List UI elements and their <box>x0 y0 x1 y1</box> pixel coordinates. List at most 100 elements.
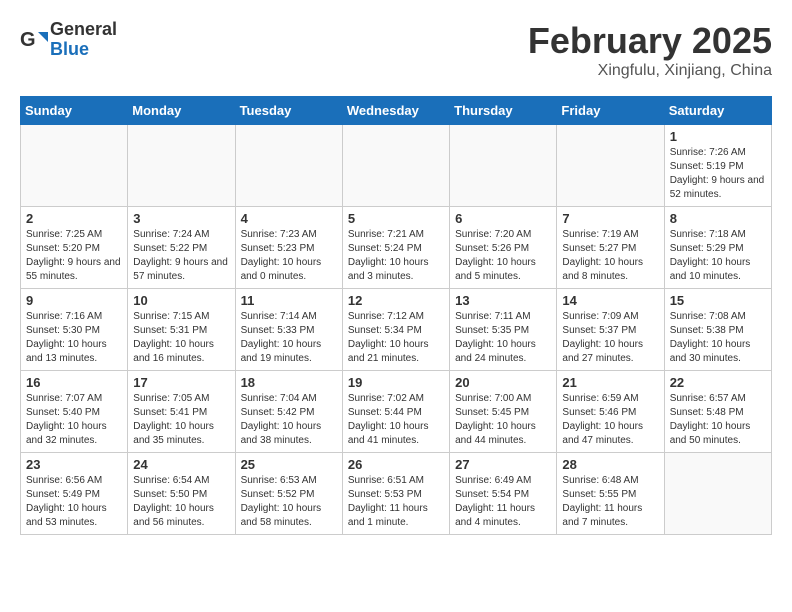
calendar-week-row: 1Sunrise: 7:26 AM Sunset: 5:19 PM Daylig… <box>21 125 772 207</box>
day-number: 19 <box>348 375 444 390</box>
day-info: Sunrise: 7:21 AM Sunset: 5:24 PM Dayligh… <box>348 228 444 284</box>
calendar-day-cell: 25 Sunrise: 6:53 AM Sunset: 5:52 PM Dayli… <box>235 453 342 535</box>
calendar-day-cell <box>235 125 342 207</box>
day-number: 14 <box>562 293 658 308</box>
day-number: 24 <box>133 457 229 472</box>
day-info: Sunrise: 7:02 AM Sunset: 5:44 PM Dayligh… <box>348 392 444 448</box>
calendar-day-cell <box>557 125 664 207</box>
calendar-day-cell: 6 Sunrise: 7:20 AM Sunset: 5:26 PM Daylig… <box>450 207 557 289</box>
calendar-day-cell: 21 Sunrise: 6:59 AM Sunset: 5:46 PM Dayli… <box>557 371 664 453</box>
day-number: 16 <box>26 375 122 390</box>
calendar-day-cell: 23Sunrise: 6:56 AM Sunset: 5:49 PM Dayli… <box>21 453 128 535</box>
day-number: 2 <box>26 211 122 226</box>
day-info: Sunrise: 7:18 AM Sunset: 5:29 PM Dayligh… <box>670 228 766 284</box>
day-info: Sunrise: 6:54 AM Sunset: 5:50 PM Dayligh… <box>133 474 229 530</box>
day-info: Sunrise: 7:12 AM Sunset: 5:34 PM Dayligh… <box>348 310 444 366</box>
day-number: 7 <box>562 211 658 226</box>
day-number: 12 <box>348 293 444 308</box>
calendar-day-cell: 24 Sunrise: 6:54 AM Sunset: 5:50 PM Dayli… <box>128 453 235 535</box>
calendar-day-cell: 28 Sunrise: 6:48 AM Sunset: 5:55 PM Dayli… <box>557 453 664 535</box>
day-number: 11 <box>241 293 337 308</box>
day-number: 22 <box>670 375 766 390</box>
day-number: 8 <box>670 211 766 226</box>
day-info: Sunrise: 7:11 AM Sunset: 5:35 PM Dayligh… <box>455 310 551 366</box>
calendar-table: SundayMondayTuesdayWednesdayThursdayFrid… <box>20 96 772 535</box>
calendar-day-cell: 13 Sunrise: 7:11 AM Sunset: 5:35 PM Dayli… <box>450 289 557 371</box>
day-info: Sunrise: 7:19 AM Sunset: 5:27 PM Dayligh… <box>562 228 658 284</box>
calendar-day-cell <box>342 125 449 207</box>
day-info: Sunrise: 7:24 AM Sunset: 5:22 PM Dayligh… <box>133 228 229 284</box>
day-of-week-header: Saturday <box>664 97 771 125</box>
day-of-week-header: Tuesday <box>235 97 342 125</box>
calendar-day-cell: 19 Sunrise: 7:02 AM Sunset: 5:44 PM Dayli… <box>342 371 449 453</box>
calendar-day-cell <box>21 125 128 207</box>
day-number: 18 <box>241 375 337 390</box>
day-info: Sunrise: 7:09 AM Sunset: 5:37 PM Dayligh… <box>562 310 658 366</box>
calendar-day-cell: 26 Sunrise: 6:51 AM Sunset: 5:53 PM Dayli… <box>342 453 449 535</box>
day-info: Sunrise: 7:20 AM Sunset: 5:26 PM Dayligh… <box>455 228 551 284</box>
day-info: Sunrise: 7:04 AM Sunset: 5:42 PM Dayligh… <box>241 392 337 448</box>
calendar-day-cell: 22 Sunrise: 6:57 AM Sunset: 5:48 PM Dayli… <box>664 371 771 453</box>
day-number: 13 <box>455 293 551 308</box>
calendar-day-cell: 1Sunrise: 7:26 AM Sunset: 5:19 PM Daylig… <box>664 125 771 207</box>
calendar-day-cell <box>664 453 771 535</box>
calendar-week-row: 9 Sunrise: 7:16 AM Sunset: 5:30 PM Daylig… <box>21 289 772 371</box>
day-info: Sunrise: 7:16 AM Sunset: 5:30 PM Dayligh… <box>26 310 122 366</box>
day-of-week-header: Thursday <box>450 97 557 125</box>
day-info: Sunrise: 6:51 AM Sunset: 5:53 PM Dayligh… <box>348 474 444 530</box>
day-number: 3 <box>133 211 229 226</box>
calendar-day-cell: 14 Sunrise: 7:09 AM Sunset: 5:37 PM Dayli… <box>557 289 664 371</box>
calendar-day-cell: 27Sunrise: 6:49 AM Sunset: 5:54 PM Dayli… <box>450 453 557 535</box>
calendar-week-row: 16Sunrise: 7:07 AM Sunset: 5:40 PM Dayli… <box>21 371 772 453</box>
calendar-day-cell: 11 Sunrise: 7:14 AM Sunset: 5:33 PM Dayli… <box>235 289 342 371</box>
calendar-week-row: 2 Sunrise: 7:25 AM Sunset: 5:20 PM Daylig… <box>21 207 772 289</box>
day-info: Sunrise: 7:25 AM Sunset: 5:20 PM Dayligh… <box>26 228 122 284</box>
calendar-day-cell: 15Sunrise: 7:08 AM Sunset: 5:38 PM Dayli… <box>664 289 771 371</box>
logo-blue: Blue <box>50 40 117 60</box>
calendar-header-row: SundayMondayTuesdayWednesdayThursdayFrid… <box>21 97 772 125</box>
calendar-day-cell: 12 Sunrise: 7:12 AM Sunset: 5:34 PM Dayli… <box>342 289 449 371</box>
day-of-week-header: Sunday <box>21 97 128 125</box>
day-info: Sunrise: 6:59 AM Sunset: 5:46 PM Dayligh… <box>562 392 658 448</box>
day-number: 4 <box>241 211 337 226</box>
day-number: 6 <box>455 211 551 226</box>
day-number: 1 <box>670 129 766 144</box>
logo-icon: G <box>20 26 48 54</box>
svg-text:G: G <box>20 29 36 51</box>
calendar-week-row: 23Sunrise: 6:56 AM Sunset: 5:49 PM Dayli… <box>21 453 772 535</box>
calendar-day-cell <box>450 125 557 207</box>
day-info: Sunrise: 6:53 AM Sunset: 5:52 PM Dayligh… <box>241 474 337 530</box>
day-info: Sunrise: 6:57 AM Sunset: 5:48 PM Dayligh… <box>670 392 766 448</box>
day-info: Sunrise: 6:49 AM Sunset: 5:54 PM Dayligh… <box>455 474 551 530</box>
day-info: Sunrise: 7:15 AM Sunset: 5:31 PM Dayligh… <box>133 310 229 366</box>
calendar-day-cell: 8 Sunrise: 7:18 AM Sunset: 5:29 PM Daylig… <box>664 207 771 289</box>
page-header: G General Blue February 2025 Xingfulu, X… <box>20 20 772 80</box>
day-number: 5 <box>348 211 444 226</box>
day-number: 9 <box>26 293 122 308</box>
calendar-day-cell: 16Sunrise: 7:07 AM Sunset: 5:40 PM Dayli… <box>21 371 128 453</box>
subtitle: Xingfulu, Xinjiang, China <box>528 62 772 80</box>
day-number: 28 <box>562 457 658 472</box>
title-block: February 2025 Xingfulu, Xinjiang, China <box>528 20 772 80</box>
day-info: Sunrise: 7:23 AM Sunset: 5:23 PM Dayligh… <box>241 228 337 284</box>
calendar-day-cell <box>128 125 235 207</box>
day-number: 21 <box>562 375 658 390</box>
day-number: 15 <box>670 293 766 308</box>
day-info: Sunrise: 6:48 AM Sunset: 5:55 PM Dayligh… <box>562 474 658 530</box>
calendar-day-cell: 4 Sunrise: 7:23 AM Sunset: 5:23 PM Daylig… <box>235 207 342 289</box>
calendar-day-cell: 17Sunrise: 7:05 AM Sunset: 5:41 PM Dayli… <box>128 371 235 453</box>
day-of-week-header: Wednesday <box>342 97 449 125</box>
day-of-week-header: Monday <box>128 97 235 125</box>
calendar-day-cell: 18 Sunrise: 7:04 AM Sunset: 5:42 PM Dayli… <box>235 371 342 453</box>
calendar-day-cell: 5 Sunrise: 7:21 AM Sunset: 5:24 PM Daylig… <box>342 207 449 289</box>
calendar-day-cell: 10Sunrise: 7:15 AM Sunset: 5:31 PM Dayli… <box>128 289 235 371</box>
day-number: 25 <box>241 457 337 472</box>
day-number: 20 <box>455 375 551 390</box>
calendar-day-cell: 7 Sunrise: 7:19 AM Sunset: 5:27 PM Daylig… <box>557 207 664 289</box>
day-info: Sunrise: 7:14 AM Sunset: 5:33 PM Dayligh… <box>241 310 337 366</box>
day-number: 26 <box>348 457 444 472</box>
calendar-day-cell: 20Sunrise: 7:00 AM Sunset: 5:45 PM Dayli… <box>450 371 557 453</box>
day-of-week-header: Friday <box>557 97 664 125</box>
day-info: Sunrise: 7:05 AM Sunset: 5:41 PM Dayligh… <box>133 392 229 448</box>
day-number: 23 <box>26 457 122 472</box>
